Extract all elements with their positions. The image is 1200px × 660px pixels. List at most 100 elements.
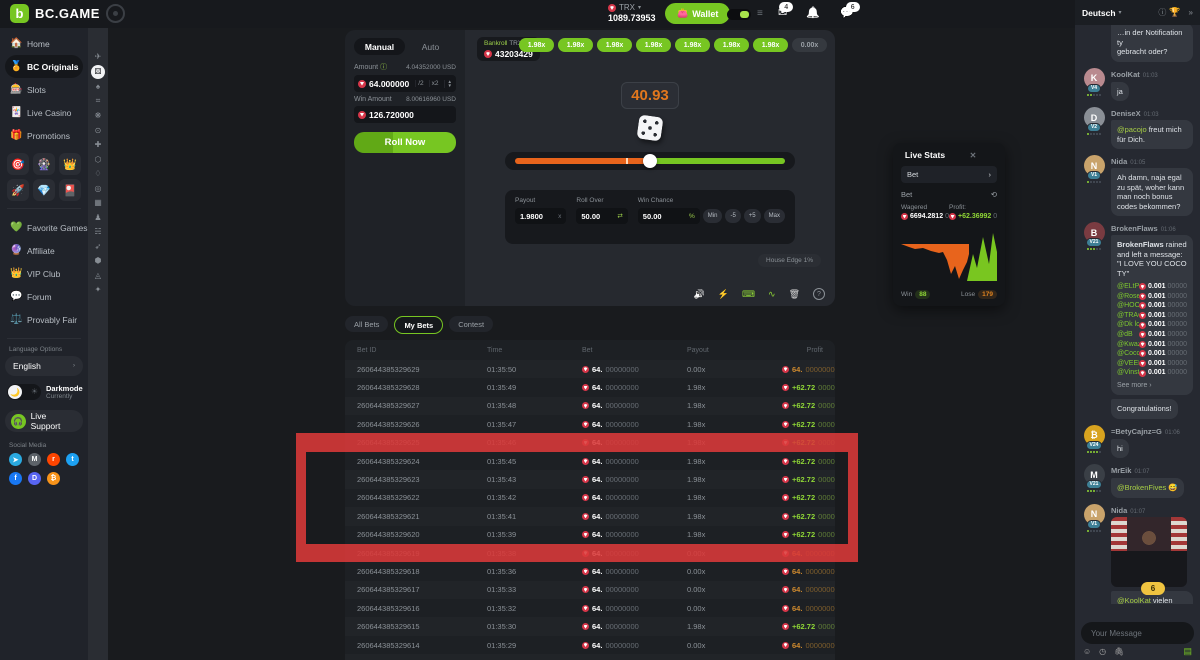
bet-row[interactable]: 260644385329613 01:35:28 64.00000000 0.0… (345, 654, 835, 660)
sidebar-item[interactable]: 💬 Forum (5, 285, 83, 308)
chance-quick-button[interactable]: +5 (744, 209, 761, 223)
game-shortcut-icon[interactable]: ✚ (91, 138, 105, 151)
bet-row[interactable]: 260644385329627 01:35:48 64.00000000 1.9… (345, 397, 835, 415)
mention[interactable]: @Rosel96 (1117, 292, 1139, 302)
game-shortcut-icon[interactable]: ✈ (91, 50, 105, 63)
sidebar-item[interactable]: 💚 Favorite Games (5, 216, 83, 239)
game-shortcut-icon[interactable]: ⬢ (91, 254, 105, 267)
chat-message-input[interactable] (1089, 628, 1200, 639)
darkmode-toggle[interactable]: 🌙 ☀ (7, 384, 41, 400)
win-amount-input[interactable]: 126.720000 (354, 106, 456, 123)
game-shortcut-icon[interactable]: ➶ (91, 240, 105, 253)
bet-row[interactable]: 260644385329617 01:35:33 64.00000000 0.0… (345, 581, 835, 599)
bet-row[interactable]: 260644385329628 01:35:49 64.00000000 1.9… (345, 378, 835, 396)
game-tile[interactable]: 🚀 (7, 179, 29, 201)
game-shortcut-icon[interactable]: ☵ (91, 225, 105, 238)
info-icon[interactable]: ⓘ (380, 64, 387, 71)
slider-handle[interactable] (643, 154, 657, 168)
game-shortcut-icon[interactable]: ♢ (91, 167, 105, 180)
game-shortcut-icon[interactable]: ◬ (91, 269, 105, 282)
game-shortcut-icon[interactable]: ◎ (91, 182, 105, 195)
double-button[interactable]: x2 (429, 80, 441, 87)
live-support-button[interactable]: 🎧 Live Support (5, 410, 83, 432)
reset-icon[interactable]: ⟲ (991, 190, 997, 199)
rollover-input[interactable]: 50.00 ⇄ (576, 208, 627, 224)
bet-row[interactable]: 260644385329619 01:35:38 64.00000000 0.0… (345, 544, 835, 562)
username[interactable]: Nida01:07 (1111, 506, 1193, 515)
username[interactable]: =BetyCajnz=G01:06 (1111, 427, 1193, 436)
history-pill[interactable]: 1.98x (753, 38, 788, 52)
game-tile[interactable]: 👑 (59, 153, 81, 175)
sidebar-item[interactable]: ⚖️ Provably Fair (5, 308, 83, 331)
new-messages-badge[interactable]: 6 (1141, 582, 1165, 595)
history-pill[interactable]: 1.98x (636, 38, 671, 52)
social-icon[interactable]: ➤ (9, 453, 22, 466)
tab-all-bets[interactable]: All Bets (345, 316, 388, 332)
bet-row[interactable]: 260644385329626 01:35:47 64.00000000 1.9… (345, 415, 835, 433)
bet-row[interactable]: 260644385329620 01:35:39 64.00000000 1.9… (345, 526, 835, 544)
bet-row[interactable]: 260644385329614 01:35:29 64.00000000 0.0… (345, 636, 835, 654)
history-pill[interactable]: 0.00x (792, 38, 827, 52)
chance-quick-button[interactable]: Max (764, 209, 785, 223)
chat-rules-icon[interactable]: ▤ (1183, 646, 1192, 657)
tab-manual[interactable]: Manual (354, 38, 405, 55)
mention[interactable]: @BrokenFives (1117, 483, 1166, 492)
menu-icon[interactable]: ≡ (757, 8, 768, 19)
see-more-link[interactable]: See more › (1117, 381, 1187, 391)
social-icon[interactable]: t (66, 453, 79, 466)
history-pill[interactable]: 1.98x (558, 38, 593, 52)
gif-image[interactable] (1111, 517, 1187, 587)
game-tile[interactable]: 💎 (33, 179, 55, 201)
username[interactable]: KoolKat01:03 (1111, 70, 1193, 79)
seeds-icon[interactable]: 🗑 (789, 289, 800, 300)
game-shortcut-icon[interactable]: ⊙ (91, 124, 105, 137)
volume-icon[interactable]: 🔊 (694, 289, 705, 300)
game-shortcut-icon[interactable]: ♟ (91, 211, 105, 224)
social-icon[interactable]: D (28, 472, 41, 485)
game-shortcut-icon[interactable]: ▦ (91, 196, 105, 209)
inbox-icon[interactable]: ✉ 4 (778, 6, 787, 19)
mention[interactable]: @Dk lotas (1117, 320, 1139, 330)
tab-my-bets[interactable]: My Bets (394, 316, 443, 334)
bet-row[interactable]: 260644385329618 01:35:36 64.00000000 0.0… (345, 562, 835, 580)
sidebar-item[interactable]: 👑 VIP Club (5, 262, 83, 285)
game-tile[interactable]: 🎯 (7, 153, 29, 175)
bet-row[interactable]: 260644385329622 01:35:42 64.00000000 1.9… (345, 489, 835, 507)
social-icon[interactable]: r (47, 453, 60, 466)
username[interactable]: DeniseX01:03 (1111, 109, 1193, 118)
tab-contest[interactable]: Contest (449, 316, 493, 332)
livestats-icon[interactable]: ∿ (768, 289, 776, 300)
mention[interactable]: @Coco 😍😡😡😡 (1117, 349, 1139, 359)
sidebar-item[interactable]: 🔮 Affiliate (5, 239, 83, 262)
sidebar-item[interactable]: 🏅 BC Originals (5, 55, 83, 78)
game-shortcut-icon[interactable]: ❋ (91, 109, 105, 122)
mention[interactable]: @Vinstorino (1117, 368, 1139, 378)
bet-row[interactable]: 260644385329625 01:35:46 64.00000000 1.9… (345, 434, 835, 452)
mention[interactable]: @VEERYS (1117, 359, 1139, 369)
payout-input[interactable]: 1.9800 x (515, 208, 566, 224)
game-shortcut-icon[interactable]: ♠ (91, 80, 105, 93)
mention[interactable]: @ELtPia. (1117, 282, 1139, 292)
bet-row[interactable]: 260644385329615 01:35:30 64.00000000 1.9… (345, 617, 835, 635)
logo[interactable]: b BC.GAME (10, 4, 125, 23)
roll-now-button[interactable]: Roll Now (354, 132, 456, 153)
mention[interactable]: @TRACTORCB (1117, 311, 1139, 321)
game-shortcut-icon[interactable]: ⬡ (91, 153, 105, 166)
balance-visibility-toggle[interactable] (727, 9, 751, 20)
mention[interactable]: @dB (1117, 330, 1133, 340)
chat-info-icon[interactable]: ⓘ (1158, 7, 1166, 18)
history-pill[interactable]: 1.98x (675, 38, 710, 52)
chance-quick-button[interactable]: Min (703, 209, 723, 223)
history-pill[interactable]: 1.98x (714, 38, 749, 52)
mention[interactable]: @Kwazymoto (1117, 340, 1139, 350)
swap-icon[interactable]: ⇄ (617, 212, 622, 220)
sidebar-item[interactable]: 🃏 Live Casino (5, 101, 83, 124)
win-chance-input[interactable]: 50.00 % (638, 208, 700, 224)
trophy-icon[interactable]: 🏆 (1169, 7, 1180, 18)
social-icon[interactable]: ₿ (47, 472, 60, 485)
game-tile[interactable]: 🎡 (33, 153, 55, 175)
help-icon[interactable]: ? (813, 288, 825, 300)
stats-mode-select[interactable]: Bet › (901, 166, 997, 183)
social-icon[interactable]: f (9, 472, 22, 485)
username[interactable]: Nida01:05 (1111, 157, 1193, 166)
